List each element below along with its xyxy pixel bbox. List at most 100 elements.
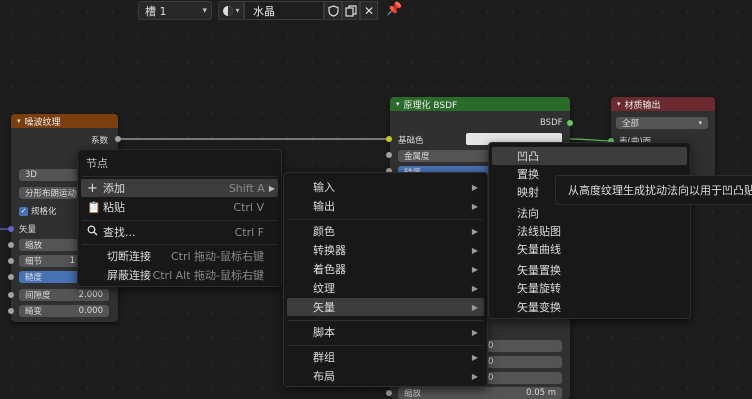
menu-item-label: 映射 (517, 186, 539, 199)
scale-label: 缩放 (404, 389, 422, 399)
vector-input-label: 矢量 (19, 225, 37, 235)
partial-value: 0 (488, 341, 494, 351)
menu-item-vector-displacement[interactable]: 矢量置换 (492, 261, 687, 279)
socket[interactable] (8, 292, 14, 298)
base-color-label: 基础色 (398, 136, 424, 146)
chevron-right-icon: ▶ (471, 245, 478, 255)
chevron-right-icon: ▶ (471, 226, 478, 236)
socket[interactable] (8, 242, 14, 248)
partial-field[interactable]: 0 (482, 356, 562, 368)
menu-item-paste[interactable]: 📋 粘贴 Ctrl V (81, 198, 278, 216)
target-select[interactable]: 全部 ▾ (616, 117, 708, 129)
menu-item-shader[interactable]: 着色器 ▶ (287, 260, 484, 278)
dimension-value: 3D (25, 170, 37, 180)
menu-item-cut-links[interactable]: 切断连接 Ctrl 拖动-鼠标右键 (81, 247, 278, 265)
socket[interactable] (8, 274, 14, 280)
shortcut-label: Shift A (228, 181, 265, 195)
menu-item-texture[interactable]: 纹理 ▶ (287, 279, 484, 297)
checkbox-checked-icon: ✓ (19, 206, 28, 216)
chevron-down-icon: ▾ (17, 117, 21, 125)
menu-item-layout[interactable]: 布局 ▶ (287, 367, 484, 385)
scale-field[interactable]: 缩放 0.05 m (398, 387, 562, 399)
chevron-right-icon: ▶ (471, 283, 478, 293)
target-value: 全部 (622, 119, 640, 129)
vector-input-socket[interactable] (8, 226, 14, 232)
menu-item-label: 矢量 (313, 301, 335, 314)
menu-item-normal[interactable]: 法向 (492, 204, 687, 222)
shortcut-label: Ctrl F (234, 225, 264, 239)
menu-item-label: 查找... (103, 226, 136, 239)
node-title: 噪波纹理 (24, 117, 61, 128)
node-header[interactable]: ▾ 材质输出 (611, 97, 715, 111)
factor-output-label: 系数 (91, 136, 109, 146)
menu-item-label: 法向 (517, 207, 539, 220)
detail-label: 细节 (25, 257, 43, 267)
partial-field[interactable]: 0 (482, 372, 562, 384)
menu-item-converter[interactable]: 转换器 ▶ (287, 241, 484, 259)
menu-item-label: 脚本 (313, 326, 335, 339)
socket[interactable] (8, 308, 14, 314)
node-header[interactable]: ▾ 噪波纹理 (11, 114, 118, 128)
menu-item-label: 矢量变换 (517, 301, 561, 314)
bsdf-output-label: BSDF (540, 118, 563, 128)
factor-output-socket[interactable] (115, 136, 121, 142)
menu-item-label: 法线贴图 (517, 225, 561, 238)
partial-value: 0 (488, 357, 494, 367)
chevron-right-icon: ▶ (471, 302, 478, 312)
menu-item-normal-map[interactable]: 法线贴图 (492, 222, 687, 240)
menu-item-color[interactable]: 颜色 ▶ (287, 222, 484, 240)
menu-item-vector-curves[interactable]: 矢量曲线 (492, 240, 687, 258)
menu-item-add[interactable]: + 添加 Shift A ▶ (81, 179, 278, 197)
basis-select[interactable]: 分形布朗运动( (19, 187, 79, 199)
menu-item-label: 切断连接 (107, 250, 151, 263)
menu-item-label: 置换 (517, 168, 539, 181)
partial-field[interactable]: 0 (482, 340, 562, 352)
menu-item-vector[interactable]: 矢量 ▶ (287, 298, 484, 316)
lacunarity-field[interactable]: 间隙度 2.000 (19, 289, 109, 301)
metallic-field[interactable]: 金属度 (398, 150, 490, 162)
chevron-right-icon: ▶ (471, 327, 478, 337)
socket[interactable] (8, 258, 14, 264)
bsdf-output-socket[interactable] (567, 120, 573, 126)
menu-item-script[interactable]: 脚本 ▶ (287, 323, 484, 341)
menu-item-label: 输入 (313, 181, 335, 194)
menu-item-bump[interactable]: 凹凸 (492, 147, 687, 165)
lacunarity-label: 间隙度 (25, 291, 51, 301)
chevron-down-icon: ▾ (396, 100, 400, 108)
detail-field[interactable]: 细节 1 (19, 255, 81, 267)
menu-item-group[interactable]: 群组 ▶ (287, 348, 484, 366)
normalize-checkbox[interactable]: ✓ 规格化 (19, 205, 57, 217)
search-icon (87, 225, 103, 239)
detail-value: 1 (69, 256, 75, 266)
plus-icon: + (87, 180, 98, 196)
dimension-select[interactable]: 3D (19, 169, 79, 181)
chevron-right-icon: ▶ (268, 183, 275, 193)
vector-submenu: 凹凸 置换 映射 法向 法线贴图 矢量曲线 矢量置换 矢量旋转 矢量变换 (488, 142, 691, 319)
menu-title: 节点 (86, 157, 108, 170)
menu-item-label: 矢量置换 (517, 264, 561, 277)
menu-item-label: 添加 (103, 182, 125, 195)
menu-item-output[interactable]: 输出 ▶ (287, 197, 484, 215)
metallic-socket[interactable] (386, 152, 392, 158)
chevron-right-icon: ▶ (471, 201, 478, 211)
chevron-down-icon: ▾ (698, 119, 702, 127)
roughness-label: 糙度 (25, 273, 43, 283)
distortion-value: 0.000 (78, 306, 103, 316)
normalize-label: 规格化 (31, 207, 57, 217)
node-header[interactable]: ▾ 原理化 BSDF (390, 97, 570, 111)
base-color-socket[interactable] (386, 136, 392, 142)
menu-item-input[interactable]: 输入 ▶ (287, 178, 484, 196)
scale-field[interactable]: 缩放 (19, 239, 81, 251)
chevron-right-icon: ▶ (471, 352, 478, 362)
menu-item-vector-transform[interactable]: 矢量变换 (492, 298, 687, 316)
menu-item-vector-rotate[interactable]: 矢量旋转 (492, 279, 687, 297)
chevron-right-icon: ▶ (471, 264, 478, 274)
menu-item-find[interactable]: 查找... Ctrl F (81, 223, 278, 241)
socket[interactable] (386, 390, 392, 396)
tooltip: 从高度纹理生成扰动法向以用于凹凸贴图 (555, 175, 752, 205)
roughness-field[interactable]: 糙度 (19, 271, 81, 283)
menu-item-label: 纹理 (313, 282, 335, 295)
menu-item-mute-links[interactable]: 屏蔽连接 Ctrl Alt 拖动-鼠标右键 (81, 266, 278, 284)
partial-value: 0 (488, 373, 494, 383)
distortion-field[interactable]: 畸变 0.000 (19, 305, 109, 317)
